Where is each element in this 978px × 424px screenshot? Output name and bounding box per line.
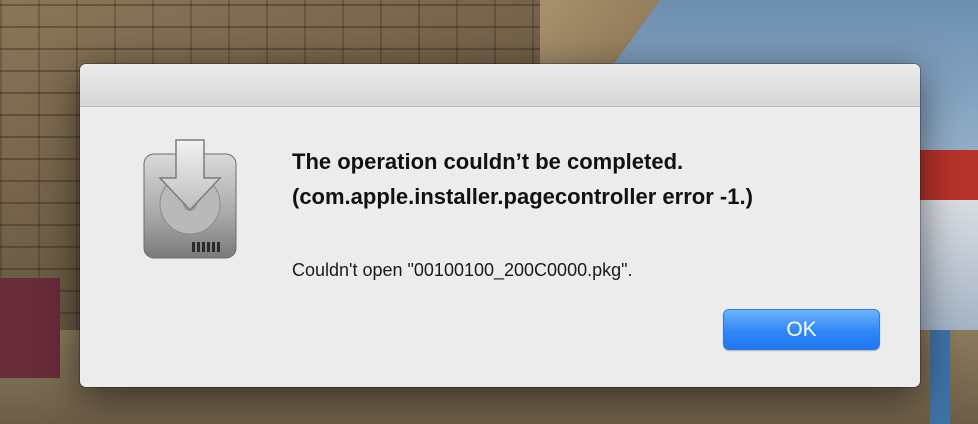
dialog-titlebar bbox=[80, 64, 920, 107]
desktop-background: The operation couldn’t be completed. (co… bbox=[0, 0, 978, 424]
installer-disk-icon bbox=[138, 138, 242, 262]
error-dialog: The operation couldn’t be completed. (co… bbox=[80, 64, 920, 387]
ok-button[interactable]: OK bbox=[723, 309, 880, 350]
dialog-message: Couldn't open "00100100_200C0000.pkg". bbox=[292, 260, 633, 280]
wall-poster bbox=[0, 278, 60, 378]
blue-pole bbox=[930, 330, 950, 424]
dialog-title: The operation couldn’t be completed. (co… bbox=[292, 149, 753, 209]
